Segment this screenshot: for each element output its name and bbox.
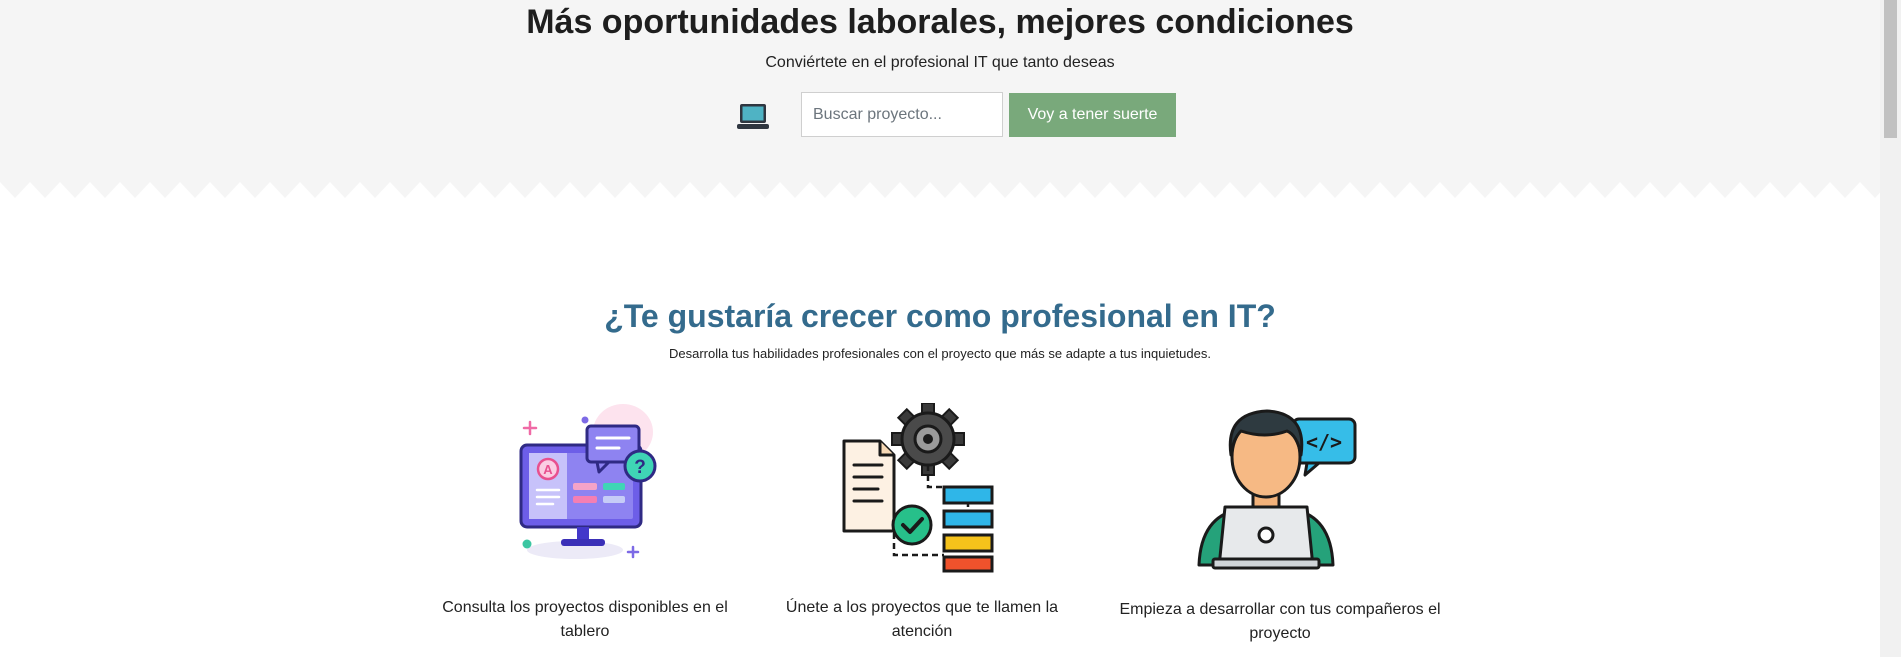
search-input[interactable] bbox=[801, 92, 1003, 137]
section-subtitle: Desarrolla tus habilidades profesionales… bbox=[668, 346, 1211, 361]
hero-subtitle: Conviértete en el profesional IT que tan… bbox=[765, 54, 1115, 71]
feature-caption: Únete a los proyectos que te llamen la a… bbox=[785, 599, 1059, 640]
hero-section: Más oportunidades laborales, mejores con… bbox=[0, 0, 1880, 202]
svg-text:?: ? bbox=[634, 457, 646, 478]
feature-caption: Empieza a desarrollar con tus compañeros… bbox=[1119, 601, 1441, 642]
feature-caption: Consulta los proyectos disponibles en el… bbox=[442, 599, 728, 640]
hero-title: Más oportunidades laborales, mejores con… bbox=[526, 3, 1354, 41]
project-board-monitor-icon: A ? bbox=[519, 404, 657, 559]
section-title: ¿Te gustaría crecer como profesional en … bbox=[604, 298, 1276, 334]
developer-laptop-icon: </> bbox=[1197, 409, 1357, 570]
svg-text:</>: </> bbox=[1306, 430, 1342, 454]
scrollbar-thumb[interactable] bbox=[1884, 0, 1897, 138]
zigzag-divider bbox=[0, 182, 1880, 202]
workflow-gear-icon bbox=[842, 403, 994, 573]
svg-text:A: A bbox=[543, 462, 553, 477]
laptop-icon bbox=[737, 104, 769, 129]
search-button[interactable]: Voy a tener suerte bbox=[1009, 93, 1176, 137]
